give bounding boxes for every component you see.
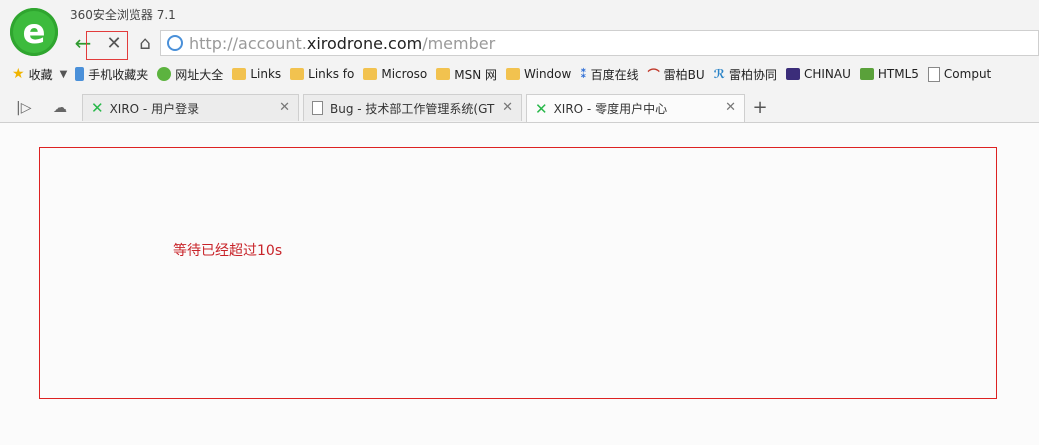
home-button[interactable]: ⌂ <box>132 31 158 55</box>
bookmark-item[interactable]: HTML5 <box>859 67 919 81</box>
new-tab-button[interactable]: + <box>748 96 772 118</box>
bookmarks-bar: ★ 收藏 ▼ 手机收藏夹 网址大全 Links Links fo Microso … <box>0 60 1039 88</box>
bookmark-item[interactable]: Window <box>506 67 571 81</box>
bookmark-item[interactable]: 网址大全 <box>157 66 223 83</box>
bookmark-item[interactable]: ⁑ 百度在线 <box>580 66 638 83</box>
browser-logo: e <box>10 8 58 56</box>
bookmark-item[interactable]: ⌒ 雷柏BU <box>648 66 705 83</box>
xiro-icon: ✕ <box>91 99 104 117</box>
browser-chrome: e 360安全浏览器 7.1 ← ✕ ⌂ http://account.xiro… <box>0 0 1039 123</box>
app-title: 360安全浏览器 7.1 <box>70 8 176 22</box>
timeout-message: 等待已经超过10s <box>173 243 283 259</box>
content-frame <box>39 147 997 399</box>
folder-icon <box>436 68 451 80</box>
bookmark-item[interactable]: 手机收藏夹 <box>75 66 148 83</box>
tab-login[interactable]: ✕ XIRO - 用户登录 ✕ <box>82 94 299 121</box>
baidu-icon: ⁑ <box>580 67 587 81</box>
logo-letter: e <box>22 12 46 52</box>
url-text: http://account.xirodrone.com/member <box>189 33 496 53</box>
plus-icon: + <box>752 96 768 118</box>
bookmark-item[interactable]: CHINAU <box>785 67 851 81</box>
chinau-icon <box>785 68 800 80</box>
folder-icon <box>506 68 521 80</box>
close-icon[interactable]: ✕ <box>725 100 736 115</box>
bookmark-item[interactable]: ℛ 雷柏协同 <box>714 66 777 83</box>
folder-icon <box>363 68 378 80</box>
tab-member-center[interactable]: ✕ XIRO - 零度用户中心 ✕ <box>526 94 745 122</box>
bookmark-item[interactable]: Microso <box>363 67 427 81</box>
bookmark-item[interactable]: MSN 网 <box>436 66 497 83</box>
home-icon: ⌂ <box>139 32 151 54</box>
r-icon: ℛ <box>713 67 725 81</box>
phone-icon <box>75 67 85 81</box>
bookmark-item[interactable]: Comput <box>927 66 991 82</box>
folder-icon <box>290 68 305 80</box>
globe-icon <box>157 67 172 81</box>
close-icon[interactable]: ✕ <box>279 100 290 115</box>
highlight-box <box>86 31 128 60</box>
site-security-icon <box>167 35 183 51</box>
star-icon: ★ <box>12 66 25 82</box>
rapoo-icon: ⌒ <box>647 67 660 82</box>
page-icon <box>927 66 940 82</box>
close-icon[interactable]: ✕ <box>502 100 513 115</box>
xiro-icon: ✕ <box>535 99 548 118</box>
cloud-icon[interactable]: ☁ <box>53 98 67 118</box>
address-bar[interactable]: http://account.xirodrone.com/member <box>160 30 1039 56</box>
tab-bug[interactable]: Bug - 技术部工作管理系统(GT ✕ <box>303 94 522 121</box>
folder-icon <box>232 68 247 80</box>
page-icon <box>312 101 323 115</box>
favorites-button[interactable]: ★ 收藏 <box>12 66 53 83</box>
ban-icon <box>859 68 874 80</box>
chevron-down-icon[interactable]: ▼ <box>60 69 68 80</box>
sidebar-toggle-icon[interactable]: |▷ <box>16 98 31 118</box>
bookmark-item[interactable]: Links <box>232 67 281 81</box>
bookmark-item[interactable]: Links fo <box>290 67 354 81</box>
